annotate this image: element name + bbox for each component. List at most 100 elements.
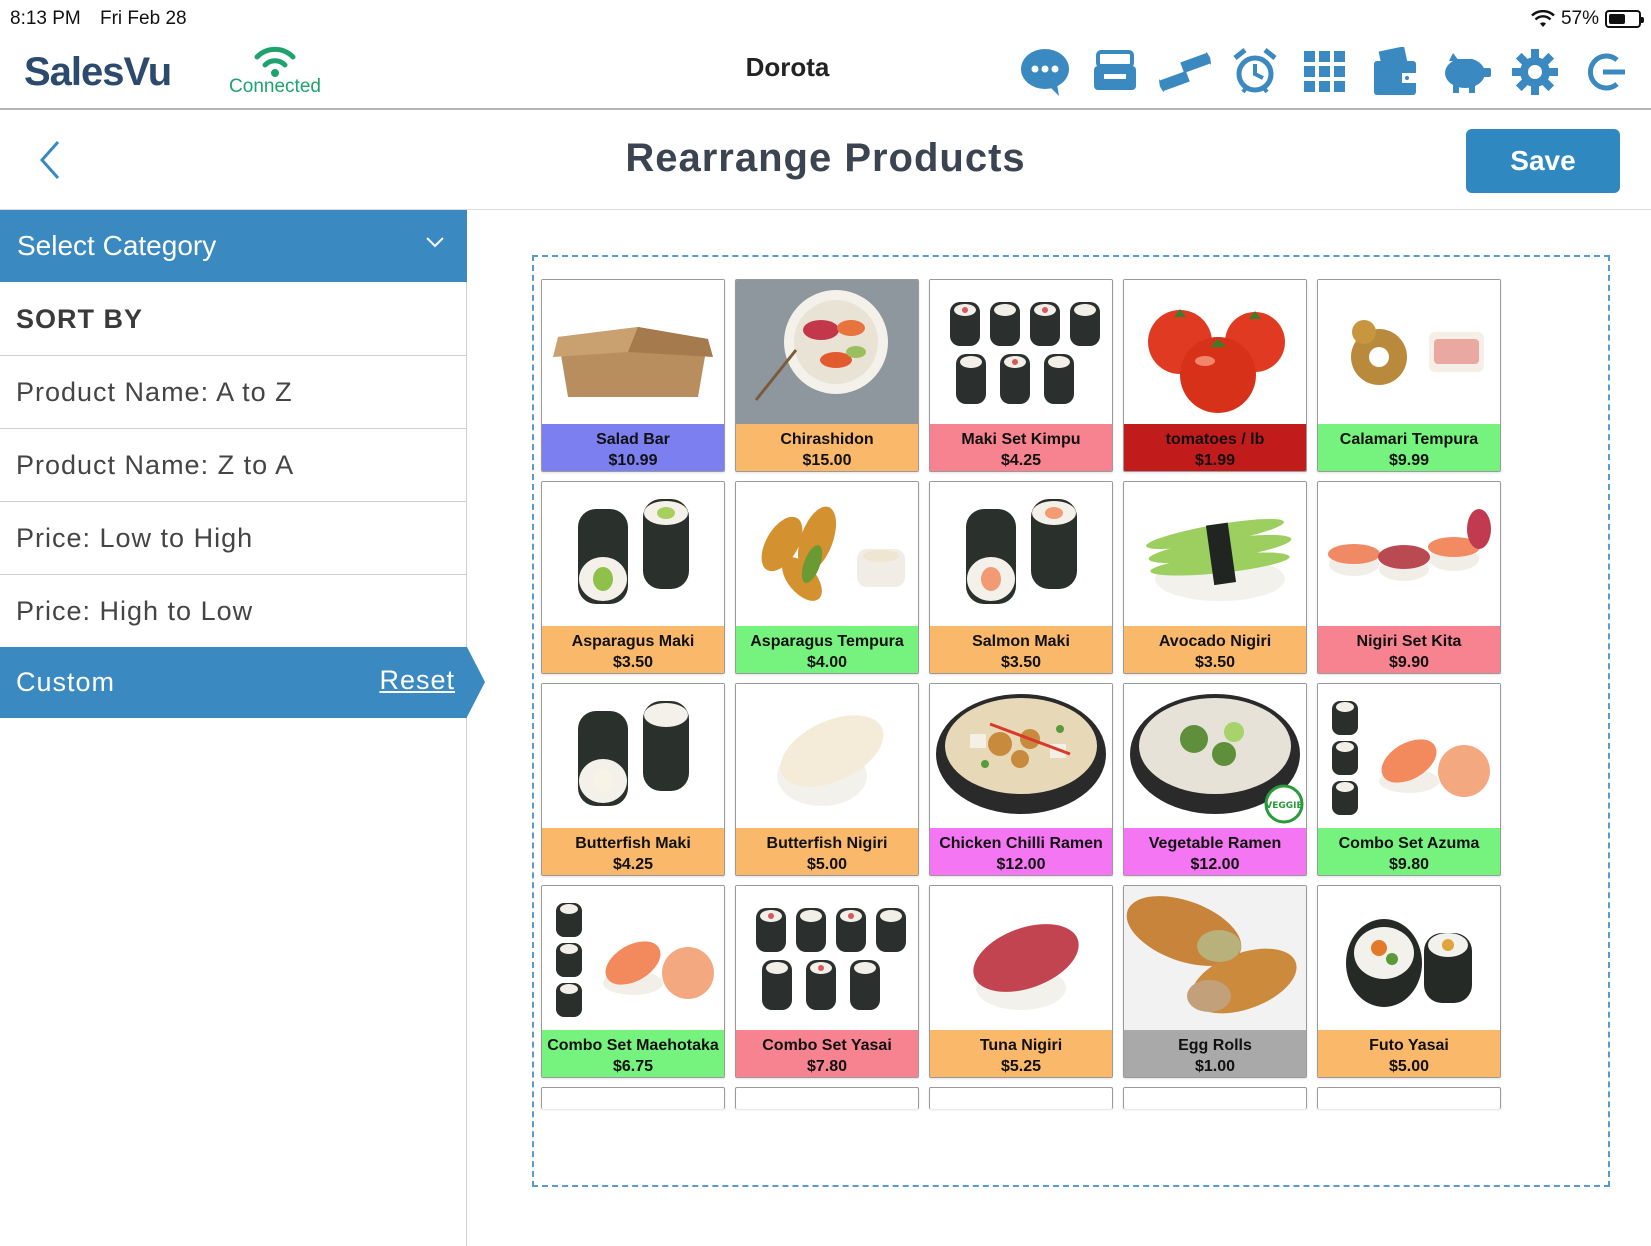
product-label: tomatoes / lb $1.99 [1124,424,1306,471]
product-tile[interactable]: Butterfish Maki $4.25 [541,683,725,876]
product-price: $1.99 [1194,452,1236,469]
product-tile[interactable]: Combo Set Yasai $7.80 [735,885,919,1078]
product-label: Tuna Nigiri $5.25 [930,1030,1112,1077]
product-tile[interactable]: Combo Set Maehotaka $6.75 [541,885,725,1078]
chat-button[interactable] [1019,44,1071,100]
product-price: $9.90 [1388,654,1430,671]
wallet-button[interactable] [1369,44,1421,100]
product-tile[interactable]: Chirashidon $15.00 [735,279,919,472]
product-tile[interactable]: Maki Set Kimpu $4.25 [929,279,1113,472]
product-image [736,684,918,828]
product-tile[interactable]: Avocado Nigiri $3.50 [1123,481,1307,674]
chat-icon [1021,49,1069,96]
product-name: Avocado Nigiri [1158,633,1272,650]
product-image [1124,482,1306,626]
reset-link[interactable]: Reset [379,665,455,696]
product-price: $12.00 [996,856,1046,873]
app-header: SalesVu Connected Dorota [0,36,1651,110]
product-tile-partial[interactable] [1123,1087,1307,1109]
save-button[interactable]: Save [1466,129,1620,193]
category-dropdown-label: Select Category [17,230,217,261]
sort-option-name-asc[interactable]: Product Name: A to Z [0,356,467,429]
wifi-connected-icon [254,46,296,77]
product-image [1318,280,1500,424]
status-bar: 8:13 PM Fri Feb 28 57% [0,0,1651,36]
product-name: Egg Rolls [1178,1037,1252,1054]
product-tile[interactable]: Salad Bar $10.99 [541,279,725,472]
product-price: $5.00 [1388,1058,1430,1075]
product-tile[interactable]: VEGGIE Vegetable Ramen $12.00 [1123,683,1307,876]
product-label: Asparagus Maki $3.50 [542,626,724,673]
product-name: Salad Bar [596,431,670,448]
sort-option-price-desc[interactable]: Price: High to Low [0,575,467,648]
user-name[interactable]: Dorota [700,52,875,83]
alarm-button[interactable] [1229,44,1281,100]
product-tile-partial[interactable] [929,1087,1113,1109]
product-tile[interactable]: Salmon Maki $3.50 [929,481,1113,674]
product-image [542,482,724,626]
transfer-button[interactable] [1159,44,1211,100]
product-label: Chicken Chilli Ramen $12.00 [930,828,1112,875]
product-name: Asparagus Tempura [750,633,904,650]
product-name: Combo Set Yasai [762,1037,892,1054]
product-tile[interactable]: tomatoes / lb $1.99 [1123,279,1307,472]
sort-option-custom[interactable]: Custom Reset [0,647,485,718]
settings-button[interactable] [1509,44,1561,100]
product-tile-partial[interactable] [541,1087,725,1109]
category-dropdown[interactable]: Select Category [0,210,467,282]
custom-label: Custom [16,667,116,697]
product-image [542,684,724,828]
product-tile[interactable]: Tuna Nigiri $5.25 [929,885,1113,1078]
status-date: Fri Feb 28 [100,8,187,29]
product-name: Vegetable Ramen [1148,835,1282,852]
product-label: Combo Set Yasai $7.80 [736,1030,918,1077]
product-price: $3.50 [1000,654,1042,671]
grid-button[interactable] [1299,44,1351,100]
product-label: Nigiri Set Kita $9.90 [1318,626,1500,673]
product-tile[interactable]: Nigiri Set Kita $9.90 [1317,481,1501,674]
product-tile[interactable]: Asparagus Maki $3.50 [541,481,725,674]
toolbar [1019,44,1631,100]
product-tile-partial[interactable] [1317,1087,1501,1109]
product-tile[interactable]: Asparagus Tempura $4.00 [735,481,919,674]
product-name: Butterfish Nigiri [766,835,888,852]
logout-icon [1587,53,1625,91]
product-tile[interactable]: Egg Rolls $1.00 [1123,885,1307,1078]
product-tile[interactable]: Chicken Chilli Ramen $12.00 [929,683,1113,876]
product-image [736,482,918,626]
product-label: Vegetable Ramen $12.00 [1124,828,1306,875]
register-button[interactable] [1089,44,1141,100]
product-image [736,280,918,424]
product-tile[interactable]: Butterfish Nigiri $5.00 [735,683,919,876]
product-tile[interactable]: Combo Set Azuma $9.80 [1317,683,1501,876]
product-tile[interactable]: Futo Yasai $5.00 [1317,885,1501,1078]
connection-label: Connected [229,76,321,97]
sort-sidebar: Select Category SORT BY Product Name: A … [0,210,485,1246]
product-price: $4.25 [1000,452,1042,469]
svg-text:VEGGIE: VEGGIE [1265,801,1302,811]
product-label: Maki Set Kimpu $4.25 [930,424,1112,471]
sort-option-name-desc[interactable]: Product Name: Z to A [0,429,467,502]
product-label: Chirashidon $15.00 [736,424,918,471]
product-image [930,280,1112,424]
product-image [736,886,918,1030]
product-price: $9.80 [1388,856,1430,873]
salesvu-logo: SalesVu [24,50,172,94]
battery-percent: 57% [1560,8,1599,29]
sort-by-heading: SORT BY [0,282,467,356]
product-label: Salmon Maki $3.50 [930,626,1112,673]
product-label: Combo Set Maehotaka $6.75 [542,1030,724,1077]
connection-status: Connected [220,42,330,98]
product-price: $3.50 [1194,654,1236,671]
logout-button[interactable] [1579,44,1631,100]
product-tile-partial[interactable] [735,1087,919,1109]
product-label: Egg Rolls $1.00 [1124,1030,1306,1077]
product-tile[interactable]: Calamari Tempura $9.99 [1317,279,1501,472]
product-grid: Salad Bar $10.99 Chirashidon $15.00 Maki Set… [532,255,1610,1187]
sort-option-price-asc[interactable]: Price: Low to High [0,502,467,575]
product-image [930,482,1112,626]
product-name: Tuna Nigiri [979,1037,1063,1054]
alarm-clock-icon [1233,48,1277,94]
product-label: Futo Yasai $5.00 [1318,1030,1500,1077]
piggy-bank-button[interactable] [1439,44,1491,100]
